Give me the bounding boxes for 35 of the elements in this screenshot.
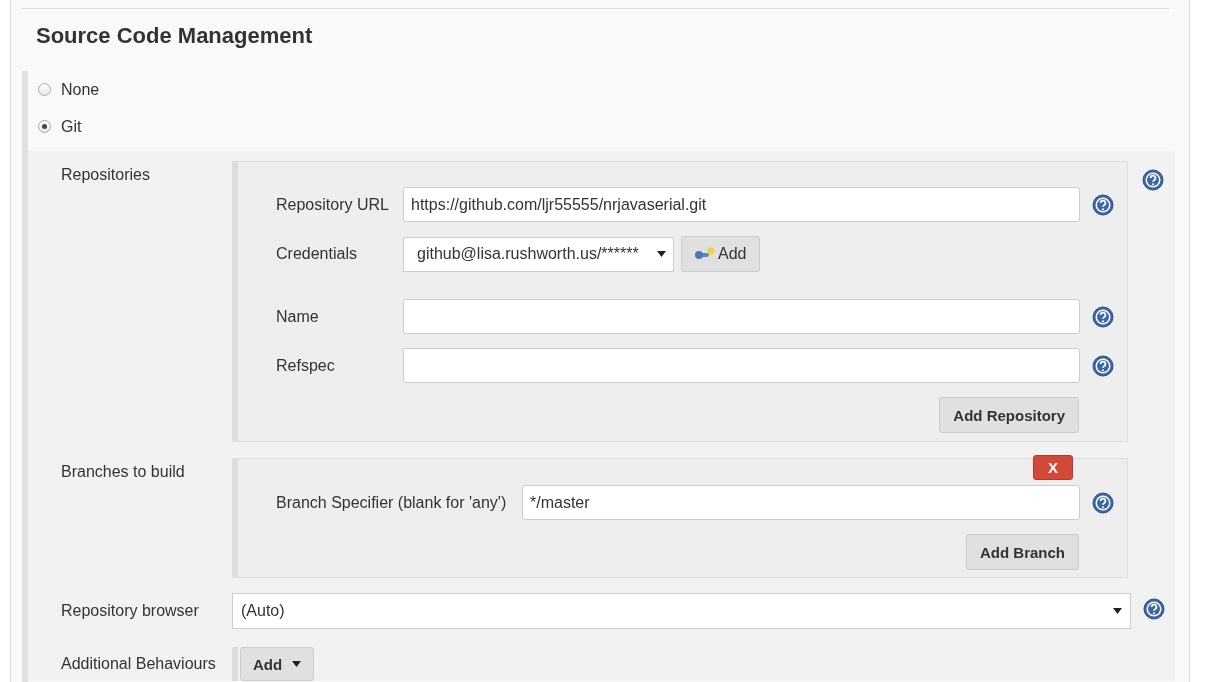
help-icon[interactable] [1092,354,1114,377]
delete-button[interactable]: X [1033,455,1073,480]
caret-icon [292,661,302,667]
radio-button[interactable] [38,120,51,133]
field-label: Credentials [276,245,358,263]
add-repository-button[interactable]: Add Repository [939,397,1079,433]
radio-label: Git [61,117,82,136]
add-credentials-button[interactable]: Add [681,236,761,272]
repository-browser-dropdown[interactable]: (Auto) [232,593,1131,629]
radio-button[interactable] [38,83,51,96]
section-label: Repositories [61,165,151,184]
text-field[interactable]: */master [522,485,1080,520]
text-field[interactable]: https://github.com/ljr55555/nrjavaserial.git [403,187,1080,222]
help-icon[interactable] [1143,598,1165,620]
credentials-dropdown[interactable]: github@lisa.rushworth.us/****** [403,236,674,272]
section-label: Branches to build [61,462,186,481]
text-field[interactable] [403,348,1080,383]
section-title: Source Code Management [35,22,314,50]
dropdown-caret-icon [1113,608,1122,614]
field-label: Repository browser [61,602,200,620]
add-behaviour-button[interactable]: Add [240,647,315,681]
help-icon[interactable] [1092,491,1114,514]
field-label: Branch Specifier (blank for 'any') [276,493,508,512]
key-icon [694,247,716,261]
help-icon[interactable] [1142,169,1164,191]
text-field[interactable] [403,299,1080,334]
field-label: Repository URL [276,195,390,214]
field-label: Refspec [276,356,336,375]
radio-label: None [61,80,100,99]
help-icon[interactable] [1092,193,1114,216]
field-label: Name [276,307,320,326]
help-icon[interactable] [1092,305,1114,328]
add-branch-button[interactable]: Add Branch [966,534,1079,570]
field-label: Additional Behaviours [61,655,217,673]
dropdown-caret-icon [657,251,666,257]
